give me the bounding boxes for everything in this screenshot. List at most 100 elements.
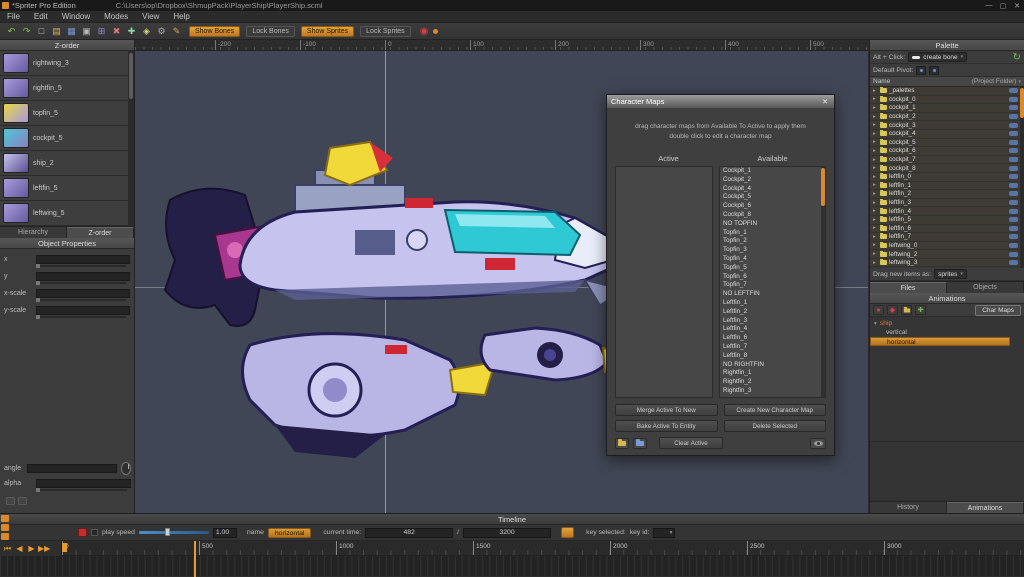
character-map-item[interactable]: Rightfin_2 — [720, 378, 825, 387]
animation-item-horizontal[interactable]: horizontal — [870, 337, 1010, 346]
file-tree-item[interactable]: ▸ leftfin_0 — [870, 173, 1024, 182]
character-map-item[interactable]: Cockpit_6 — [720, 202, 825, 211]
toolbar-icon[interactable]: ▣ — [80, 25, 93, 38]
file-tree-item[interactable]: ▸ leftwing_0 — [870, 242, 1024, 251]
expand-arrow-icon[interactable]: ▸ — [873, 225, 878, 231]
lock-bones-button[interactable]: Lock Bones — [246, 26, 295, 37]
slider-handle[interactable] — [36, 264, 40, 268]
property-input[interactable] — [36, 272, 130, 281]
expand-arrow-icon[interactable]: ▸ — [873, 217, 878, 223]
zorder-item[interactable]: ship_2 — [0, 151, 134, 176]
create-character-map-button[interactable]: Create New Character Map — [724, 404, 827, 416]
file-tree-item[interactable]: ▸ leftfin_6 — [870, 225, 1024, 234]
character-map-item[interactable]: Rightfin_1 — [720, 369, 825, 378]
slider-handle[interactable] — [36, 298, 40, 302]
expand-arrow-icon[interactable]: ▸ — [873, 242, 878, 248]
file-tree-item[interactable]: ▸ cockpit_7 — [870, 156, 1024, 165]
character-map-item[interactable]: Leftfin_6 — [720, 334, 825, 343]
total-time-input[interactable] — [463, 528, 551, 538]
zorder-item[interactable]: rightfin_5 — [0, 76, 134, 101]
skip-start-button[interactable]: ⏮ — [2, 544, 13, 554]
slider-handle[interactable] — [36, 315, 40, 319]
angle-dial[interactable] — [121, 462, 131, 475]
timeline-tool-button[interactable] — [1, 524, 9, 531]
character-map-item[interactable]: Topfin_2 — [720, 237, 825, 246]
property-input[interactable] — [36, 306, 130, 315]
expand-arrow-icon[interactable]: ▸ — [873, 251, 878, 257]
name-column-header[interactable]: Name — [873, 78, 890, 85]
property-input[interactable] — [36, 289, 130, 298]
timeline-ruler[interactable]: 050010001500200025003000 — [0, 541, 1024, 556]
close-button[interactable]: ✕ — [1010, 2, 1024, 10]
expand-arrow-icon[interactable]: ▸ — [873, 165, 878, 171]
character-map-item[interactable]: Topfin_1 — [720, 229, 825, 238]
play-button[interactable]: ▶ — [26, 544, 37, 553]
menu-item[interactable]: Modes — [97, 12, 135, 21]
record-button[interactable] — [78, 528, 87, 537]
dialog-titlebar[interactable]: Character Maps ✕ — [607, 95, 834, 108]
property-slider[interactable] — [36, 282, 126, 284]
tree-scrollbar[interactable] — [1020, 87, 1024, 268]
character-map-item[interactable]: NO RIGHTFIN — [720, 361, 825, 370]
zorder-item[interactable]: rightwing_3 — [0, 51, 134, 76]
new-folder-icon[interactable] — [901, 305, 912, 315]
file-tree-item[interactable]: ▸ cockpit_5 — [870, 139, 1024, 148]
zorder-item[interactable]: leftfin_5 — [0, 176, 134, 201]
delete-animation-icon[interactable]: ● — [873, 305, 884, 315]
dialog-close-button[interactable]: ✕ — [820, 98, 830, 106]
pivot-preset-button[interactable] — [929, 66, 939, 75]
property-slider[interactable] — [36, 316, 126, 318]
key-id-dropdown[interactable]: ▾ — [653, 528, 675, 538]
toolbar-icon[interactable]: ✎ — [170, 25, 183, 38]
expand-arrow-icon[interactable]: ▸ — [873, 131, 878, 137]
bake-active-button[interactable]: Bake Active To Entity — [615, 420, 718, 432]
prop-option-button[interactable] — [6, 497, 15, 505]
animation-name-chip[interactable]: horizontal — [268, 528, 311, 538]
bone-lock-icon[interactable]: ◉ — [420, 26, 429, 37]
expand-arrow-icon[interactable]: ▸ — [873, 234, 878, 240]
save-maps-button[interactable] — [615, 438, 629, 449]
file-tree-item[interactable]: ▸ cockpit_8 — [870, 164, 1024, 173]
timeline-tool-button[interactable] — [1, 533, 9, 540]
file-tree-item[interactable]: ▸ leftfin_3 — [870, 199, 1024, 208]
menu-item[interactable]: Help — [166, 12, 196, 21]
tab-animations[interactable]: Animations — [947, 502, 1024, 513]
expand-arrow-icon[interactable]: ▸ — [873, 114, 878, 120]
available-maps-list[interactable]: Cockpit_1Cockpit_2Cockpit_4Cockpit_5Cock… — [719, 166, 826, 398]
file-tree-item[interactable]: ▸ cockpit_4 — [870, 130, 1024, 139]
timeline-tool-button[interactable] — [1, 515, 9, 522]
character-map-item[interactable]: Rightfin_3 — [720, 387, 825, 396]
minimize-button[interactable]: — — [982, 2, 996, 10]
animation-item-vertical[interactable]: vertical — [870, 328, 1024, 337]
zorder-item[interactable]: cockpit_5 — [0, 126, 134, 151]
timeline-track[interactable] — [0, 556, 1024, 576]
delete-selected-button[interactable]: Delete Selected — [724, 420, 827, 432]
expand-arrow-icon[interactable]: ▸ — [873, 182, 878, 188]
keyframe-marker[interactable] — [62, 543, 67, 552]
available-scrollbar[interactable] — [821, 167, 825, 397]
tab-files[interactable]: Files — [870, 282, 947, 293]
project-folder-header[interactable]: (Project Folder) — [972, 78, 1017, 85]
file-tree-item[interactable]: ▸ cockpit_3 — [870, 121, 1024, 130]
current-time-input[interactable] — [365, 528, 453, 538]
add-animation-icon[interactable]: ✚ — [915, 305, 926, 315]
file-tree-item[interactable]: ▸ leftfin_1 — [870, 182, 1024, 191]
toolbar-icon[interactable]: ✖ — [110, 25, 123, 38]
character-map-item[interactable]: Leftfin_4 — [720, 325, 825, 334]
pivot-preset-button[interactable] — [916, 66, 926, 75]
file-tree-item[interactable]: ▸ leftfin_4 — [870, 207, 1024, 216]
prev-frame-button[interactable]: ◀ — [14, 544, 25, 553]
file-tree-item[interactable]: ▸ _palettes — [870, 87, 1024, 96]
character-map-item[interactable]: Topfin_4 — [720, 255, 825, 264]
prop-option-button[interactable] — [18, 497, 27, 505]
file-tree-item[interactable]: ▸ leftfin_7 — [870, 233, 1024, 242]
expand-arrow-icon[interactable]: ▸ — [873, 148, 878, 154]
set-length-button[interactable] — [561, 527, 574, 538]
next-frame-button[interactable]: ▶▶ — [38, 544, 49, 553]
property-slider[interactable] — [36, 265, 126, 267]
character-map-item[interactable]: NO TOPFIN — [720, 220, 825, 229]
slider-handle[interactable] — [165, 528, 170, 536]
toolbar-icon[interactable]: ✚ — [125, 25, 138, 38]
toolbar-icon[interactable]: ↶ — [5, 25, 18, 38]
playhead[interactable] — [194, 541, 196, 577]
